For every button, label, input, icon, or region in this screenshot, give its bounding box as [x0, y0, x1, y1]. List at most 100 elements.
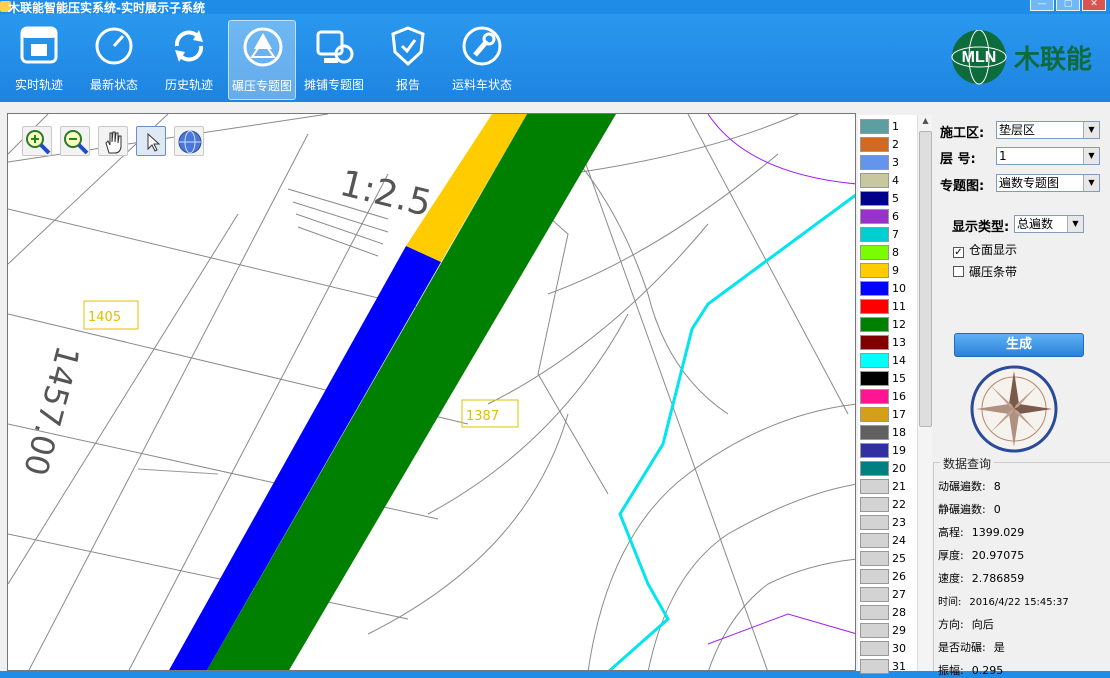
scroll-up-icon[interactable]: ▲	[919, 116, 932, 129]
query-dynamic-passes: 动碾遍数: 8	[938, 480, 1001, 493]
query-speed: 速度: 2.786859	[938, 572, 1025, 585]
select-button[interactable]	[136, 126, 166, 156]
toolbar-latest-status[interactable]: 最新状态	[80, 20, 148, 100]
elevation-label: 1457.00	[16, 342, 87, 480]
legend-item: 8	[858, 244, 916, 262]
scroll-thumb[interactable]	[919, 131, 932, 427]
legend-item: 25	[858, 550, 916, 568]
legend-swatch	[860, 173, 889, 188]
legend-item: 3	[858, 154, 916, 172]
toolbar-paving-map[interactable]: 摊铺专题图	[300, 20, 368, 100]
toolbar-report[interactable]: 报告	[374, 20, 442, 100]
legend-item: 31	[858, 658, 916, 676]
main-toolbar: 实时轨迹 最新状态 历史轨迹 碾压专题图 摊铺专题图 报告 运料车状态 MLN …	[0, 14, 1110, 102]
rolling-strip-checkbox[interactable]: 碾压条带	[953, 263, 1017, 280]
layer-select[interactable]: 1 ▼	[996, 147, 1100, 165]
legend-number: 12	[892, 318, 906, 331]
legend-item: 14	[858, 352, 916, 370]
legend-swatch	[860, 587, 889, 602]
legend-swatch	[860, 137, 889, 152]
legend-item: 22	[858, 496, 916, 514]
legend-number: 28	[892, 606, 906, 619]
legend-swatch	[860, 623, 889, 638]
map-box-label: 1387	[466, 409, 499, 424]
layers-icon	[243, 27, 283, 67]
legend-item: 17	[858, 406, 916, 424]
color-legend: 1 2 3 4 5 6 7 8 9 10 11 12 13 14 15 16 17 18 19 20 21 22 23 24 2…	[858, 115, 918, 674]
pan-button[interactable]	[98, 126, 128, 156]
query-amplitude: 振幅: 0.295	[938, 664, 1004, 677]
toolbar-label: 最新状态	[89, 78, 138, 92]
legend-number: 16	[892, 390, 906, 403]
legend-item: 19	[858, 442, 916, 460]
full-extent-button[interactable]	[174, 126, 204, 156]
shield-icon	[391, 26, 425, 67]
zone-select[interactable]: 垫层区 ▼	[996, 121, 1100, 139]
toolbar-label: 碾压专题图	[231, 79, 292, 93]
pointer-icon	[147, 132, 161, 152]
legend-item: 1	[858, 118, 916, 136]
toolbar-history-track[interactable]: 历史轨迹	[155, 20, 223, 100]
legend-swatch	[860, 155, 889, 170]
legend-number: 10	[892, 282, 906, 295]
hand-icon	[105, 131, 122, 154]
display-type-select[interactable]: 总遍数 ▼	[1014, 215, 1084, 233]
legend-item: 20	[858, 460, 916, 478]
legend-swatch	[860, 389, 889, 404]
slope-label: 1:2.5	[336, 163, 435, 225]
display-type-value: 总遍数	[1017, 217, 1054, 231]
toolbar-label: 报告	[395, 78, 420, 92]
zoom-out-icon	[64, 130, 89, 155]
toolbar-truck-status[interactable]: 运料车状态	[448, 20, 516, 100]
chevron-down-icon: ▼	[1083, 175, 1099, 191]
query-thickness: 厚度: 20.97075	[938, 549, 1025, 562]
legend-number: 3	[892, 156, 899, 169]
theme-select[interactable]: 遍数专题图 ▼	[996, 174, 1100, 192]
legend-item: 18	[858, 424, 916, 442]
legend-item: 4	[858, 172, 916, 190]
legend-item: 29	[858, 622, 916, 640]
zoom-in-icon	[26, 130, 51, 155]
legend-number: 1	[892, 120, 899, 133]
legend-item: 23	[858, 514, 916, 532]
generate-button[interactable]: 生成	[954, 333, 1084, 357]
realtime-track-icon	[20, 26, 58, 64]
legend-number: 26	[892, 570, 906, 583]
rolling-strip-label: 碾压条带	[969, 265, 1018, 279]
zoom-in-button[interactable]	[22, 126, 52, 156]
chevron-down-icon: ▼	[1067, 216, 1083, 232]
legend-swatch	[860, 281, 889, 296]
legend-number: 9	[892, 264, 899, 277]
legend-swatch	[860, 299, 889, 314]
zoom-out-button[interactable]	[60, 126, 90, 156]
legend-scrollbar[interactable]: ▲	[917, 115, 932, 671]
legend-number: 11	[892, 300, 906, 313]
query-elevation: 高程: 1399.029	[938, 526, 1025, 539]
toolbar-rolling-map[interactable]: 碾压专题图	[228, 20, 296, 100]
gauge-icon	[95, 27, 133, 65]
legend-swatch	[860, 461, 889, 476]
toolbar-realtime-track[interactable]: 实时轨迹	[5, 20, 73, 100]
layer-label: 层 号:	[940, 152, 976, 167]
query-title: 数据查询	[940, 455, 995, 472]
surface-display-checkbox[interactable]: ✓ 仓面显示	[953, 241, 1017, 258]
close-button[interactable]: ✕	[1082, 0, 1106, 11]
minimize-button[interactable]: —	[1030, 0, 1054, 11]
legend-item: 6	[858, 208, 916, 226]
data-query-group: 数据查询 动碾遍数: 8 静碾遍数: 0 高程: 1399.029 厚度: 20.970…	[933, 455, 1110, 677]
machine-icon	[316, 30, 354, 64]
maximize-button[interactable]: ▢	[1056, 0, 1080, 11]
layer-value: 1	[999, 149, 1007, 163]
map-canvas: 1:2.5 1457.00 1405 1387	[8, 114, 855, 670]
legend-number: 13	[892, 336, 906, 349]
logo-badge: MLN	[962, 49, 997, 66]
legend-item: 21	[858, 478, 916, 496]
query-static-passes: 静碾遍数: 0	[938, 503, 1001, 516]
map-view[interactable]: 1:2.5 1457.00 1405 1387	[7, 113, 856, 671]
legend-item: 2	[858, 136, 916, 154]
legend-swatch	[860, 191, 889, 206]
legend-number: 18	[892, 426, 906, 439]
legend-number: 22	[892, 498, 906, 511]
legend-item: 28	[858, 604, 916, 622]
legend-swatch	[860, 263, 889, 278]
